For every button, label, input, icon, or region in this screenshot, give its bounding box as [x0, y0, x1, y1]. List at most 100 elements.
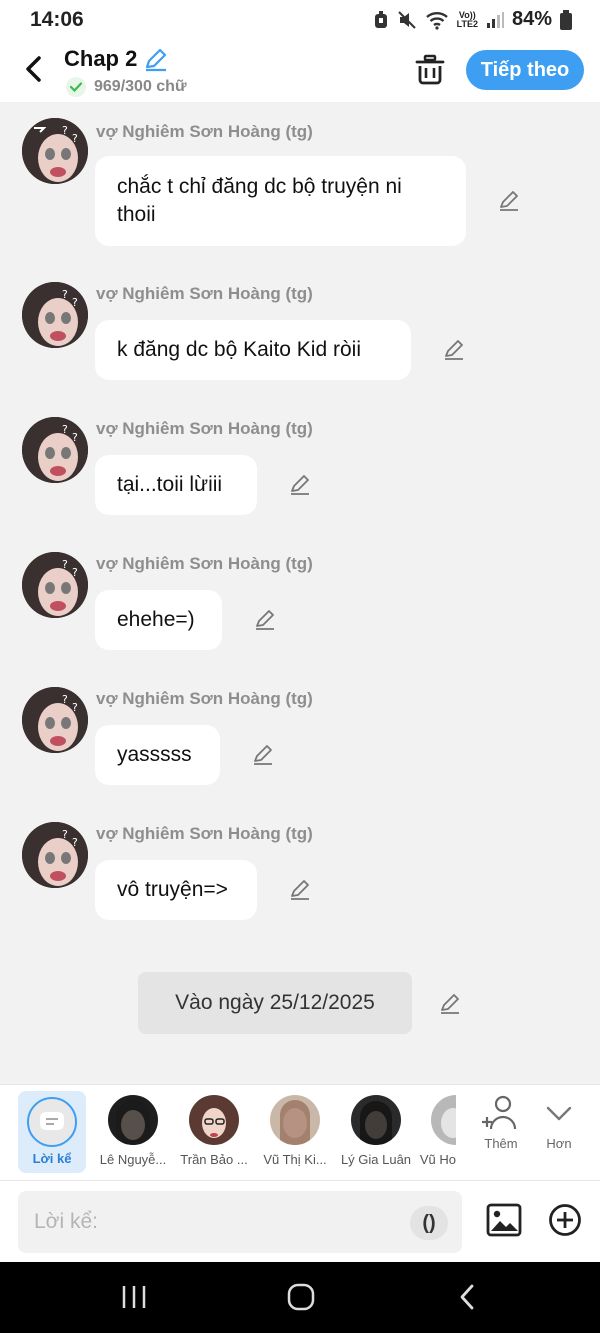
word-count-label: 969/300 chữ: [94, 78, 187, 95]
narration-label: Lời kể: [32, 1151, 72, 1166]
svg-text:?: ?: [72, 296, 78, 309]
character-name: Trần Bảo ...: [180, 1152, 248, 1167]
character-name: Lê Nguyễ...: [99, 1152, 167, 1167]
edit-message-icon[interactable]: [497, 189, 521, 213]
message-list[interactable]: ?? vợ Nghiêm Sơn Hoàng (tg) chắc t chỉ đ…: [0, 102, 600, 1084]
character-name: Vũ Thị Ki...: [263, 1152, 327, 1167]
character-item[interactable]: Vũ Thị Ki...: [255, 1085, 335, 1181]
message-input[interactable]: [34, 1191, 404, 1253]
edit-message-icon[interactable]: [288, 473, 312, 497]
edit-message-icon[interactable]: [442, 338, 466, 362]
chevron-left-icon: [26, 56, 41, 82]
message-author: vợ Nghiêm Sơn Hoàng (tg): [96, 824, 313, 843]
message-author: vợ Nghiêm Sơn Hoàng (tg): [96, 554, 313, 573]
word-count: 969/300 chữ: [66, 77, 187, 97]
narration-avatar: [27, 1097, 77, 1147]
message-text: k đăng dc bộ Kaito Kid ròii: [117, 338, 361, 361]
message-text: yasssss: [117, 743, 192, 766]
add-button[interactable]: [548, 1203, 582, 1242]
character-avatar: [351, 1095, 401, 1145]
pencil-icon: [145, 48, 167, 72]
svg-text:?: ?: [72, 836, 78, 849]
add-character-label: Thêm: [484, 1136, 518, 1151]
chapter-title: Chap 2: [64, 46, 138, 71]
insert-image-button[interactable]: [486, 1203, 522, 1242]
character-avatar: [431, 1095, 456, 1145]
chapter-header: Chap 2 969/300 chữ Tiếp theo: [0, 42, 600, 102]
message-bubble[interactable]: k đăng dc bộ Kaito Kid ròii: [95, 320, 411, 380]
back-button[interactable]: [18, 54, 48, 84]
composer-box[interactable]: (): [18, 1191, 462, 1253]
character-strip: Lời kể Lê Nguyễ... Trần Bảo ... Vũ Thị K…: [0, 1084, 600, 1180]
svg-text:?: ?: [62, 693, 68, 706]
message-bubble[interactable]: tại...toii lừiii: [95, 455, 257, 515]
composer: (): [0, 1180, 600, 1262]
more-label: Hơn: [546, 1136, 572, 1151]
chevron-down-icon: [546, 1106, 572, 1121]
character-item[interactable]: Trần Bảo ...: [174, 1085, 254, 1181]
message-text: chắc t chỉ đăng dc bộ truyện ni thoii: [117, 175, 402, 226]
status-time: 14:06: [30, 8, 84, 31]
message-bubble[interactable]: ehehe=): [95, 590, 222, 650]
more-button[interactable]: Hơn: [529, 1095, 589, 1151]
character-avatar: [189, 1095, 239, 1145]
date-marker[interactable]: Vào ngày 25/12/2025: [138, 972, 412, 1034]
edit-message-icon[interactable]: [251, 743, 275, 767]
delete-button[interactable]: [414, 54, 446, 91]
system-nav-bar: [0, 1262, 600, 1333]
character-avatar: [108, 1095, 158, 1145]
edit-message-icon[interactable]: [253, 608, 277, 632]
status-bar: 14:06 Vo)) LTE2 84%: [0, 0, 600, 42]
svg-text:?: ?: [72, 566, 78, 579]
character-name: Lý Gia Luân: [340, 1152, 412, 1167]
svg-text:?: ?: [72, 132, 78, 145]
parentheses-button[interactable]: (): [410, 1206, 448, 1240]
avatar[interactable]: ??: [22, 822, 88, 888]
character-item[interactable]: Vũ Ho: [408, 1085, 456, 1181]
alarm-icon: [374, 10, 387, 28]
add-person-icon: [482, 1095, 517, 1130]
plus-circle-icon: [549, 1204, 581, 1236]
wifi-icon: [425, 11, 448, 30]
message-text: tại...toii lừiii: [117, 473, 223, 496]
message-author: vợ Nghiêm Sơn Hoàng (tg): [96, 419, 313, 438]
character-name: Vũ Ho: [419, 1152, 456, 1167]
next-button[interactable]: Tiếp theo: [466, 50, 584, 90]
add-character-button[interactable]: Thêm: [471, 1095, 531, 1151]
avatar[interactable]: ??: [22, 552, 88, 618]
status-icons: Vo)) LTE2 84%: [373, 8, 572, 31]
svg-text:?: ?: [72, 701, 78, 714]
edit-date-icon[interactable]: [438, 992, 462, 1016]
svg-text:?: ?: [62, 124, 68, 137]
back-nav-icon[interactable]: [456, 1282, 478, 1312]
battery-icon: [560, 9, 572, 30]
avatar[interactable]: ??: [22, 282, 88, 348]
recent-apps-icon[interactable]: [120, 1282, 148, 1312]
message-author: vợ Nghiêm Sơn Hoàng (tg): [96, 284, 313, 303]
home-icon[interactable]: [286, 1282, 316, 1312]
message-text: vô truyện=>: [117, 878, 228, 901]
character-item[interactable]: Lê Nguyễ...: [93, 1085, 173, 1181]
trash-icon: [415, 54, 445, 85]
message-bubble[interactable]: yasssss: [95, 725, 220, 785]
character-item[interactable]: Lý Gia Luân: [336, 1085, 416, 1181]
edit-title-button[interactable]: [143, 47, 169, 78]
network-type: Vo)) LTE2: [457, 10, 478, 29]
svg-text:?: ?: [62, 423, 68, 436]
edit-message-icon[interactable]: [288, 878, 312, 902]
battery-percent: 84%: [511, 8, 552, 30]
message-bubble[interactable]: vô truyện=>: [95, 860, 257, 920]
image-icon: [486, 1203, 522, 1237]
avatar[interactable]: ??: [22, 417, 88, 483]
avatar[interactable]: ??: [22, 118, 88, 184]
chat-bubble-icon: [40, 1112, 64, 1130]
narration-character[interactable]: Lời kể: [18, 1091, 86, 1173]
character-avatar: [270, 1095, 320, 1145]
signal-icon: [486, 11, 504, 28]
date-marker-label: Vào ngày 25/12/2025: [175, 991, 375, 1014]
svg-text:?: ?: [62, 828, 68, 841]
message-bubble[interactable]: chắc t chỉ đăng dc bộ truyện ni thoii: [95, 156, 466, 246]
message-author: vợ Nghiêm Sơn Hoàng (tg): [96, 689, 313, 708]
avatar[interactable]: ??: [22, 687, 88, 753]
message-text: ehehe=): [117, 608, 195, 631]
